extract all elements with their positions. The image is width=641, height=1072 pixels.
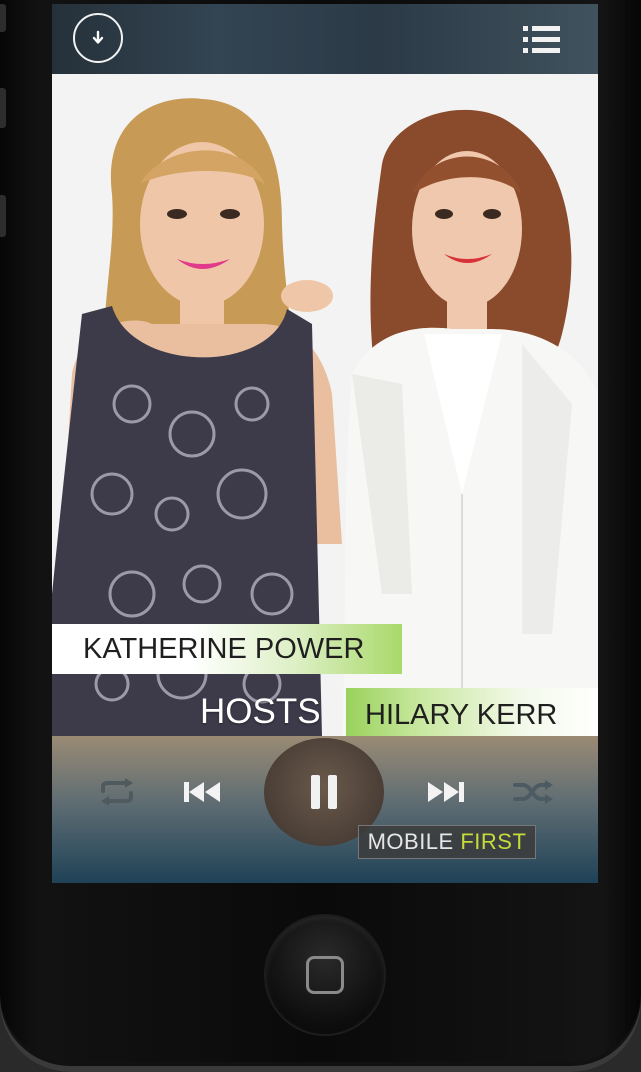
playback-controls [52, 736, 598, 883]
next-track-button[interactable] [422, 776, 468, 808]
previous-track-icon [184, 782, 220, 802]
home-square-icon [306, 956, 344, 994]
player-top-bar [52, 4, 598, 74]
host-name-hilary: HILARY KERR [346, 688, 598, 736]
download-button[interactable] [73, 13, 123, 63]
home-button[interactable] [266, 916, 384, 1034]
playlist-menu-icon [523, 26, 560, 53]
volume-down-button [0, 195, 6, 237]
brand-first-text: FIRST [460, 829, 527, 854]
repeat-icon [101, 778, 133, 806]
previous-track-button[interactable] [180, 776, 226, 808]
mobile-first-logo: MOBILE FIRST [358, 825, 536, 859]
volume-up-button [0, 88, 6, 128]
shuffle-button[interactable] [508, 774, 558, 810]
hosts-label: HOSTS [200, 692, 321, 731]
shuffle-icon [513, 780, 553, 804]
phone-device: KATHERINE POWER HOSTS HILARY KERR MOBILE… [0, 0, 641, 1072]
phone-screen: KATHERINE POWER HOSTS HILARY KERR [52, 4, 598, 883]
download-arrow-icon [92, 30, 104, 44]
podcast-cover-photo: KATHERINE POWER HOSTS HILARY KERR [52, 74, 598, 736]
host-name-katherine: KATHERINE POWER [52, 624, 402, 674]
pause-icon [311, 775, 337, 809]
brand-mobile-text: MOBILE [367, 829, 454, 854]
playlist-menu-button[interactable] [522, 24, 562, 56]
repeat-button[interactable] [92, 774, 142, 810]
next-track-icon [428, 782, 464, 802]
phone-side-button [0, 4, 6, 32]
